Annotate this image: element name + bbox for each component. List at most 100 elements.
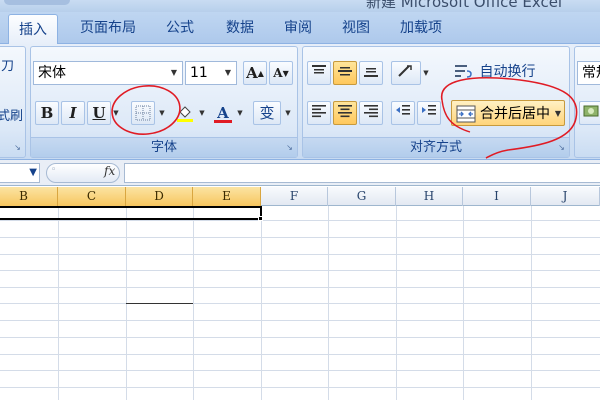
formula-input[interactable] xyxy=(124,163,600,183)
shrink-font-icon: A xyxy=(273,66,283,80)
font-size-combo[interactable]: 11 ▼ xyxy=(185,61,237,85)
clipboard-group: 刀 式刷 ↘ xyxy=(0,46,26,158)
column-header-h[interactable]: H xyxy=(396,187,463,206)
font-name-value: 宋体 xyxy=(38,65,66,81)
ribbon: 刀 式刷 ↘ 宋体 ▼ 11 ▼ A▲ A▼ B I U ▼ ▼ ▼ A ▼ 变… xyxy=(0,44,600,160)
clipboard-launcher-icon[interactable]: ↘ xyxy=(12,142,23,153)
number-format-value: 常规 xyxy=(582,65,600,81)
currency-icon xyxy=(583,105,599,117)
increase-indent-button[interactable] xyxy=(417,101,441,125)
phonetic-button[interactable]: 变 xyxy=(253,101,281,125)
column-header-c[interactable]: C xyxy=(58,187,126,206)
align-right-button[interactable] xyxy=(359,101,383,125)
wrap-text-button[interactable]: 自动换行 xyxy=(453,59,535,85)
align-center-button[interactable] xyxy=(333,101,357,125)
fill-color-button[interactable] xyxy=(173,101,197,125)
currency-button[interactable] xyxy=(579,101,600,125)
italic-button[interactable]: I xyxy=(61,101,85,125)
column-header-b[interactable]: B xyxy=(0,187,58,206)
chevron-down-icon[interactable]: ▼ xyxy=(29,167,37,178)
grid-line xyxy=(0,370,600,371)
grid-line xyxy=(0,387,600,388)
decrease-indent-button[interactable] xyxy=(391,101,415,125)
font-color-dropdown-icon[interactable]: ▼ xyxy=(235,101,245,125)
font-launcher-icon[interactable]: ↘ xyxy=(284,142,295,153)
insert-function-icon[interactable]: fx xyxy=(104,164,115,178)
tab-data[interactable]: 数据 xyxy=(226,12,254,44)
phonetic-dropdown-icon[interactable]: ▼ xyxy=(283,101,293,125)
tab-add-ins[interactable]: 加载项 xyxy=(400,12,442,44)
alignment-group: ▼ 自动换行 合并后居中 ▼ 对齐方式 ↘ xyxy=(302,46,570,158)
font-group: 宋体 ▼ 11 ▼ A▲ A▼ B I U ▼ ▼ ▼ A ▼ 变 ▼ 字体 ↘ xyxy=(30,46,298,158)
phonetic-icon: 变 xyxy=(259,104,275,122)
borders-button[interactable] xyxy=(131,101,155,125)
italic-icon: I xyxy=(69,104,77,122)
font-color-button[interactable]: A xyxy=(211,101,235,125)
number-group: 常规 xyxy=(574,46,600,158)
wrap-text-label: 自动换行 xyxy=(479,64,536,80)
tab-view[interactable]: 视图 xyxy=(342,12,370,44)
align-bottom-icon xyxy=(364,68,378,77)
orientation-button[interactable] xyxy=(391,61,421,85)
column-header-i[interactable]: I xyxy=(463,187,531,206)
column-header-d[interactable]: D xyxy=(126,187,193,206)
formula-bar: ▼ ◦ fx xyxy=(0,160,600,186)
fill-color-dropdown-icon[interactable]: ▼ xyxy=(197,101,207,125)
align-top-button[interactable] xyxy=(307,61,331,85)
chevron-down-icon[interactable]: ▼ xyxy=(222,62,234,84)
orientation-dropdown-icon[interactable]: ▼ xyxy=(421,61,431,85)
worksheet-grid[interactable] xyxy=(0,206,600,400)
align-right-icon xyxy=(364,105,378,118)
merge-cells-icon xyxy=(456,105,476,123)
name-box[interactable]: ▼ xyxy=(0,163,40,183)
tab-insert[interactable]: 插入 xyxy=(8,14,58,45)
align-center-icon xyxy=(338,105,352,118)
window-title: 新建 Microsoft Office Excel xyxy=(366,0,563,11)
fill-handle[interactable] xyxy=(258,216,263,221)
cell-bottom-border xyxy=(126,303,193,304)
align-middle-button[interactable] xyxy=(333,61,357,85)
grid-line xyxy=(0,354,600,355)
quick-access-toolbar[interactable] xyxy=(4,0,70,5)
column-header-f[interactable]: F xyxy=(261,187,328,206)
font-name-combo[interactable]: 宋体 ▼ xyxy=(33,61,183,85)
grid-line xyxy=(0,237,600,238)
chevron-down-icon[interactable]: ▼ xyxy=(168,62,180,84)
align-bottom-button[interactable] xyxy=(359,61,383,85)
format-painter-label[interactable]: 式刷 xyxy=(0,105,23,124)
shrink-font-button[interactable]: A▼ xyxy=(269,61,293,85)
text-orientation-icon xyxy=(398,65,412,77)
borders-dropdown-icon[interactable]: ▼ xyxy=(157,101,167,125)
tab-formulas[interactable]: 公式 xyxy=(166,12,194,44)
grid-line xyxy=(0,270,600,271)
alignment-launcher-icon[interactable]: ↘ xyxy=(556,142,567,153)
chevron-down-icon[interactable]: ▼ xyxy=(555,101,561,127)
bold-button[interactable]: B xyxy=(35,101,59,125)
grid-line xyxy=(0,337,600,338)
column-header-g[interactable]: G xyxy=(328,187,396,206)
align-left-button[interactable] xyxy=(307,101,331,125)
merge-center-button[interactable]: 合并后居中 ▼ xyxy=(451,100,565,126)
column-header-j[interactable]: J xyxy=(531,187,600,206)
selected-merged-range[interactable] xyxy=(0,206,262,220)
wrap-text-icon xyxy=(455,65,472,78)
ribbon-tab-bar: 插入 页面布局 公式 数据 审阅 视图 加载项 xyxy=(0,12,600,45)
font-group-label: 字体 xyxy=(31,137,297,157)
resize-handle-icon[interactable]: ◦ xyxy=(51,165,56,175)
grow-font-button[interactable]: A▲ xyxy=(243,61,267,85)
bold-icon: B xyxy=(40,104,54,122)
underline-button[interactable]: U xyxy=(87,101,111,125)
align-left-icon xyxy=(312,105,326,118)
underline-dropdown-icon[interactable]: ▼ xyxy=(111,101,121,125)
column-header-e[interactable]: E xyxy=(193,187,261,206)
tab-page-layout[interactable]: 页面布局 xyxy=(80,12,136,44)
tab-review[interactable]: 审阅 xyxy=(284,12,312,44)
number-format-combo[interactable]: 常规 xyxy=(577,61,600,85)
fill-bucket-icon xyxy=(177,106,193,122)
grid-line xyxy=(0,320,600,321)
cut-label[interactable]: 刀 xyxy=(1,55,14,74)
align-top-icon xyxy=(312,65,326,74)
font-size-value: 11 xyxy=(190,65,208,81)
align-middle-icon xyxy=(338,67,352,76)
merge-center-label: 合并后居中 xyxy=(480,106,550,122)
